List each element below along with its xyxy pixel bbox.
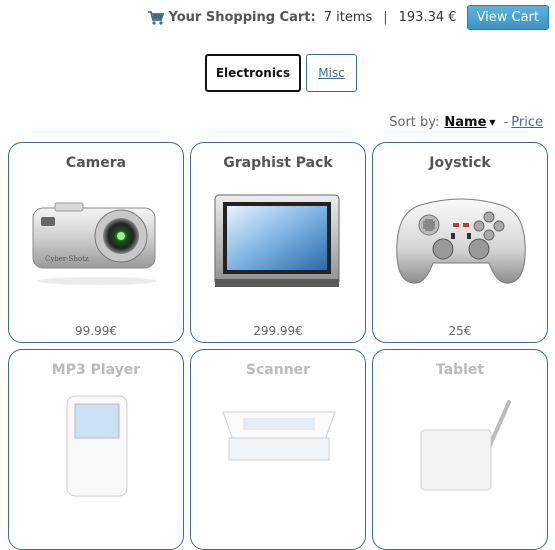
- cart-total: 193.34 €: [398, 10, 457, 25]
- cart-title: Your Shopping Cart:: [168, 10, 316, 25]
- product-name: MP3 Player: [51, 362, 141, 378]
- view-cart-button[interactable]: View Cart: [466, 5, 549, 30]
- scanner-icon: [222, 411, 336, 461]
- tablet-icon: [420, 400, 511, 491]
- gamepad-icon: [396, 198, 526, 284]
- tab-misc[interactable]: Misc: [306, 54, 357, 92]
- product-card-joystick[interactable]: Joystick 25€: [372, 142, 548, 343]
- category-tabs: Electronics Misc: [205, 54, 357, 92]
- sort-separator: -: [503, 115, 509, 130]
- product-card-tablet[interactable]: Tablet: [372, 349, 548, 550]
- sort-label: Sort by:: [389, 115, 440, 130]
- sort-name-option[interactable]: Name: [444, 115, 486, 130]
- sort-price-link[interactable]: Price: [511, 115, 543, 130]
- svg-text:Cyber-Shotz: Cyber-Shotz: [45, 255, 89, 263]
- caret-down-icon[interactable]: ▼: [489, 118, 495, 127]
- product-price: 99.99€: [75, 324, 117, 338]
- cart-item-count: 7 items: [323, 10, 373, 25]
- product-card-camera[interactable]: Camera Cyber-Shotz 99.99€: [8, 142, 184, 343]
- cart-separator: |: [383, 10, 388, 25]
- cart-icon: [147, 10, 164, 25]
- product-card-graphist-pack[interactable]: Graphist Pack 299.99€: [190, 142, 366, 343]
- product-name: Joystick: [429, 155, 491, 171]
- product-name: Graphist Pack: [223, 155, 333, 171]
- product-name: Tablet: [435, 362, 485, 378]
- monitor-icon: [214, 194, 340, 287]
- camera-icon: Cyber-Shotz: [32, 202, 157, 285]
- cart-summary: Your Shopping Cart: 7 items | 193.34 € V…: [147, 5, 549, 30]
- product-price: 299.99€: [253, 324, 303, 338]
- product-name: Scanner: [245, 362, 311, 378]
- mp3-player-icon: [66, 395, 128, 497]
- product-name: Camera: [65, 155, 127, 171]
- product-price: 25€: [448, 324, 472, 338]
- product-card-mp3-player[interactable]: MP3 Player: [8, 349, 184, 550]
- product-card-scanner[interactable]: Scanner: [190, 349, 366, 550]
- sort-bar: Sort by: Name ▼ - Price: [389, 115, 543, 130]
- tab-electronics[interactable]: Electronics: [205, 54, 301, 92]
